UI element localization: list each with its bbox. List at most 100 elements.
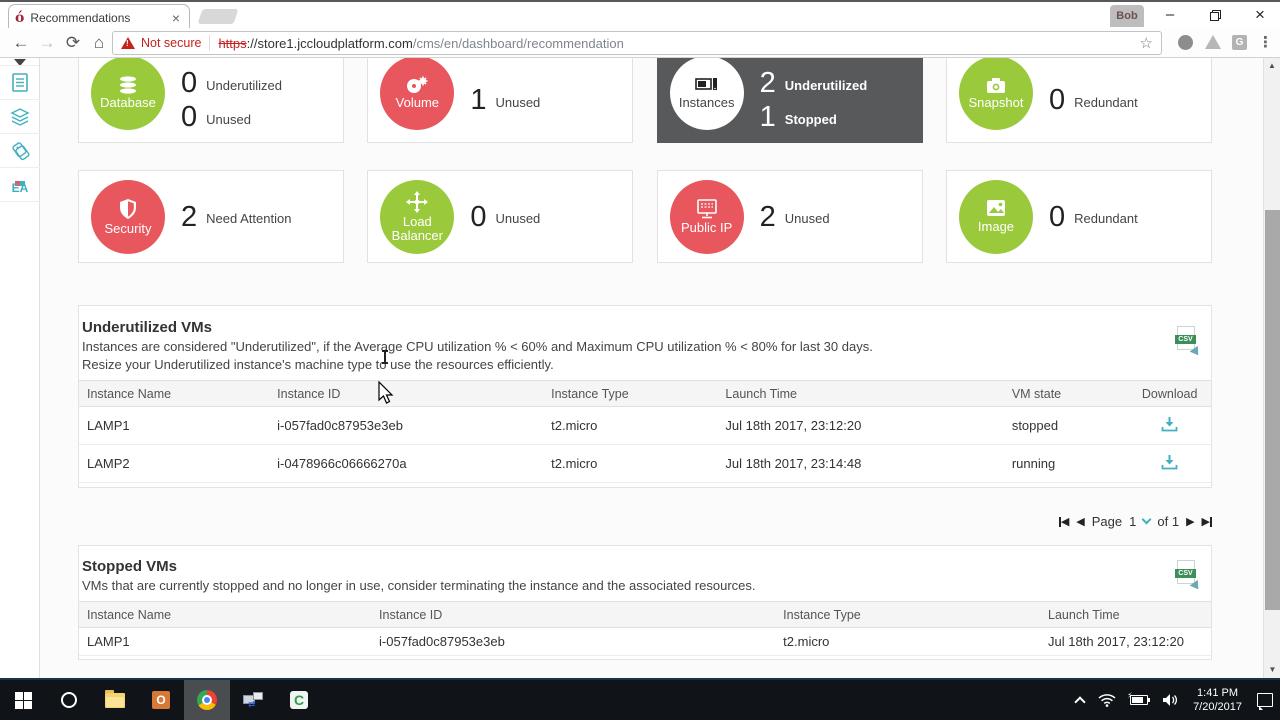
sidebar-collapse-icon[interactable] [0, 58, 39, 66]
csv-export-button[interactable]: CSV [1175, 560, 1203, 593]
chrome-button[interactable] [184, 680, 230, 720]
load-balancer-icon [406, 190, 429, 213]
tile-row-2: Security 2 Need Attention Load Balancer 0… [78, 170, 1212, 263]
camtasia-icon: C [290, 691, 308, 709]
image-icon [986, 200, 1005, 216]
instance-name-cell: LAMP1 [87, 634, 130, 649]
last-page-button[interactable]: ▶ [1202, 515, 1212, 528]
stat-label: Stopped [784, 111, 837, 127]
csv-export-button[interactable]: CSV [1175, 326, 1203, 359]
layers-icon [10, 107, 30, 126]
action-center-button[interactable] [1250, 680, 1280, 720]
vm-state-cell: running [1011, 456, 1056, 471]
database-circle: Database [91, 58, 165, 130]
tile-database[interactable]: Database 0 Underutilized 0 Unused [78, 58, 344, 143]
stat-count: 0 [1048, 200, 1066, 233]
table-row: LAMP1 i-057fad0c87953e3eb t2.micro Jul 1… [79, 628, 1211, 656]
url-divider [209, 35, 211, 51]
tab-title: Recommendations [30, 10, 131, 25]
tile-stats: 0 Underutilized 0 Unused [181, 67, 282, 133]
tile-security[interactable]: Security 2 Need Attention [78, 170, 344, 263]
sidebar-item-resources[interactable] [0, 100, 40, 134]
chrome-icon [197, 690, 217, 710]
reload-button[interactable]: ⟳ [60, 30, 86, 56]
g-extension-icon[interactable]: G [1232, 35, 1247, 50]
column-header: Instance ID [379, 607, 443, 622]
sidebar-item-tags[interactable] [0, 134, 40, 168]
drive-extension-icon[interactable] [1205, 35, 1221, 49]
snapshot-circle: Snapshot [958, 58, 1033, 130]
camtasia-button[interactable]: C [276, 680, 322, 720]
tray-overflow-button[interactable] [1069, 680, 1091, 720]
extension-icon[interactable] [1178, 35, 1193, 50]
wifi-button[interactable] [1091, 680, 1123, 720]
tile-circle-label: Load Balancer [391, 213, 443, 243]
underutilized-table: Instance Name Instance ID Instance Type … [79, 380, 1211, 483]
forward-button[interactable]: → [34, 30, 60, 56]
column-header: VM state [1011, 386, 1062, 401]
download-icon[interactable] [1161, 416, 1178, 432]
tile-stats: 1 Unused [470, 84, 540, 116]
tile-instances[interactable]: Instances 2 Underutilized 1 Stopped [656, 58, 923, 143]
window-close-button[interactable]: × [1238, 2, 1280, 30]
next-page-button[interactable]: ▶ [1186, 515, 1194, 528]
file-explorer-button[interactable] [92, 680, 138, 720]
taskbar-clock[interactable]: 1:41 PM 7/20/2017 [1185, 686, 1250, 714]
stat-label: Underutilized [784, 77, 868, 93]
vm-state-cell: stopped [1011, 418, 1059, 433]
new-tab-button[interactable] [197, 9, 239, 24]
browser-menu-icon[interactable]: ⋮ [1258, 30, 1273, 56]
section-title: Stopped VMs [82, 558, 178, 575]
power-button[interactable]: ⚡ [1123, 680, 1155, 720]
table-row: LAMP1 i-057fad0c87953e3eb t2.micro Jul 1… [79, 407, 1211, 445]
window-minimize-button[interactable]: – [1148, 2, 1192, 30]
sidebar-item-ea[interactable]: EA [0, 168, 40, 202]
home-button[interactable]: ⌂ [86, 30, 112, 56]
profile-badge[interactable]: Bob [1110, 5, 1144, 27]
tile-circle-label: Volume [395, 95, 440, 110]
remote-desktop-button[interactable]: ⇄ [230, 680, 276, 720]
tile-volume[interactable]: Volume 1 Unused [367, 58, 634, 143]
outlook-button[interactable]: O [138, 680, 184, 720]
scroll-up-button[interactable]: ▲ [1264, 58, 1280, 74]
scroll-down-button[interactable]: ▼ [1264, 662, 1280, 678]
previous-page-button[interactable]: ◀ [1076, 515, 1084, 528]
page-select-chevron-icon[interactable] [1141, 514, 1152, 525]
section-description-line2: Resize your Underutilized instance's mac… [82, 357, 554, 372]
action-center-icon [1257, 693, 1273, 710]
stat-count: 0 [181, 101, 198, 133]
browser-tab[interactable]: ó Recommendations × [8, 4, 190, 30]
page-scrollbar[interactable]: ▲ ▼ [1263, 58, 1280, 678]
tile-load-balancer[interactable]: Load Balancer 0 Unused [367, 170, 634, 263]
first-page-button[interactable]: ◀ [1058, 515, 1069, 528]
screen: ó Recommendations × Bob – × ← → ⟳ ⌂ ! No… [0, 0, 1280, 720]
tile-public-ip[interactable]: Public IP 2 Unused [656, 170, 923, 263]
window-restore-button[interactable] [1192, 2, 1236, 30]
instance-id-cell: i-057fad0c87953e3eb [277, 418, 403, 433]
column-header: Instance ID [277, 386, 341, 401]
chevron-up-icon [1074, 696, 1086, 708]
tile-stats: 0 Redundant [1049, 201, 1138, 233]
launch-time-cell: Jul 18th 2017, 23:12:20 [1048, 634, 1184, 649]
back-button[interactable]: ← [8, 30, 34, 56]
tab-close-icon[interactable]: × [169, 10, 183, 26]
download-icon[interactable] [1161, 454, 1178, 470]
outlook-icon: O [152, 691, 170, 709]
address-bar[interactable]: ! Not secure https://store1.jccloudplatf… [112, 31, 1162, 55]
tile-image[interactable]: Image 0 Redundant [945, 170, 1212, 263]
volume-tray-button[interactable] [1155, 680, 1185, 720]
bookmark-star-icon[interactable]: ☆ [1140, 34, 1153, 52]
start-button[interactable] [0, 680, 46, 720]
instances-icon [694, 78, 717, 90]
column-header: Instance Name [87, 607, 172, 622]
instance-type-cell: t2.micro [783, 634, 830, 649]
stat-label: Redundant [1074, 211, 1138, 226]
tags-icon [12, 141, 30, 160]
document-icon [12, 72, 28, 92]
tile-snapshot[interactable]: Snapshot 0 Redundant [945, 58, 1212, 143]
scrollbar-thumb[interactable] [1265, 210, 1280, 610]
stat-count: 0 [1048, 84, 1066, 116]
stopped-vms-section: Stopped VMs VMs that are currently stopp… [78, 545, 1212, 660]
cortana-search-button[interactable] [46, 680, 92, 720]
sidebar-item-reports[interactable] [0, 66, 40, 100]
